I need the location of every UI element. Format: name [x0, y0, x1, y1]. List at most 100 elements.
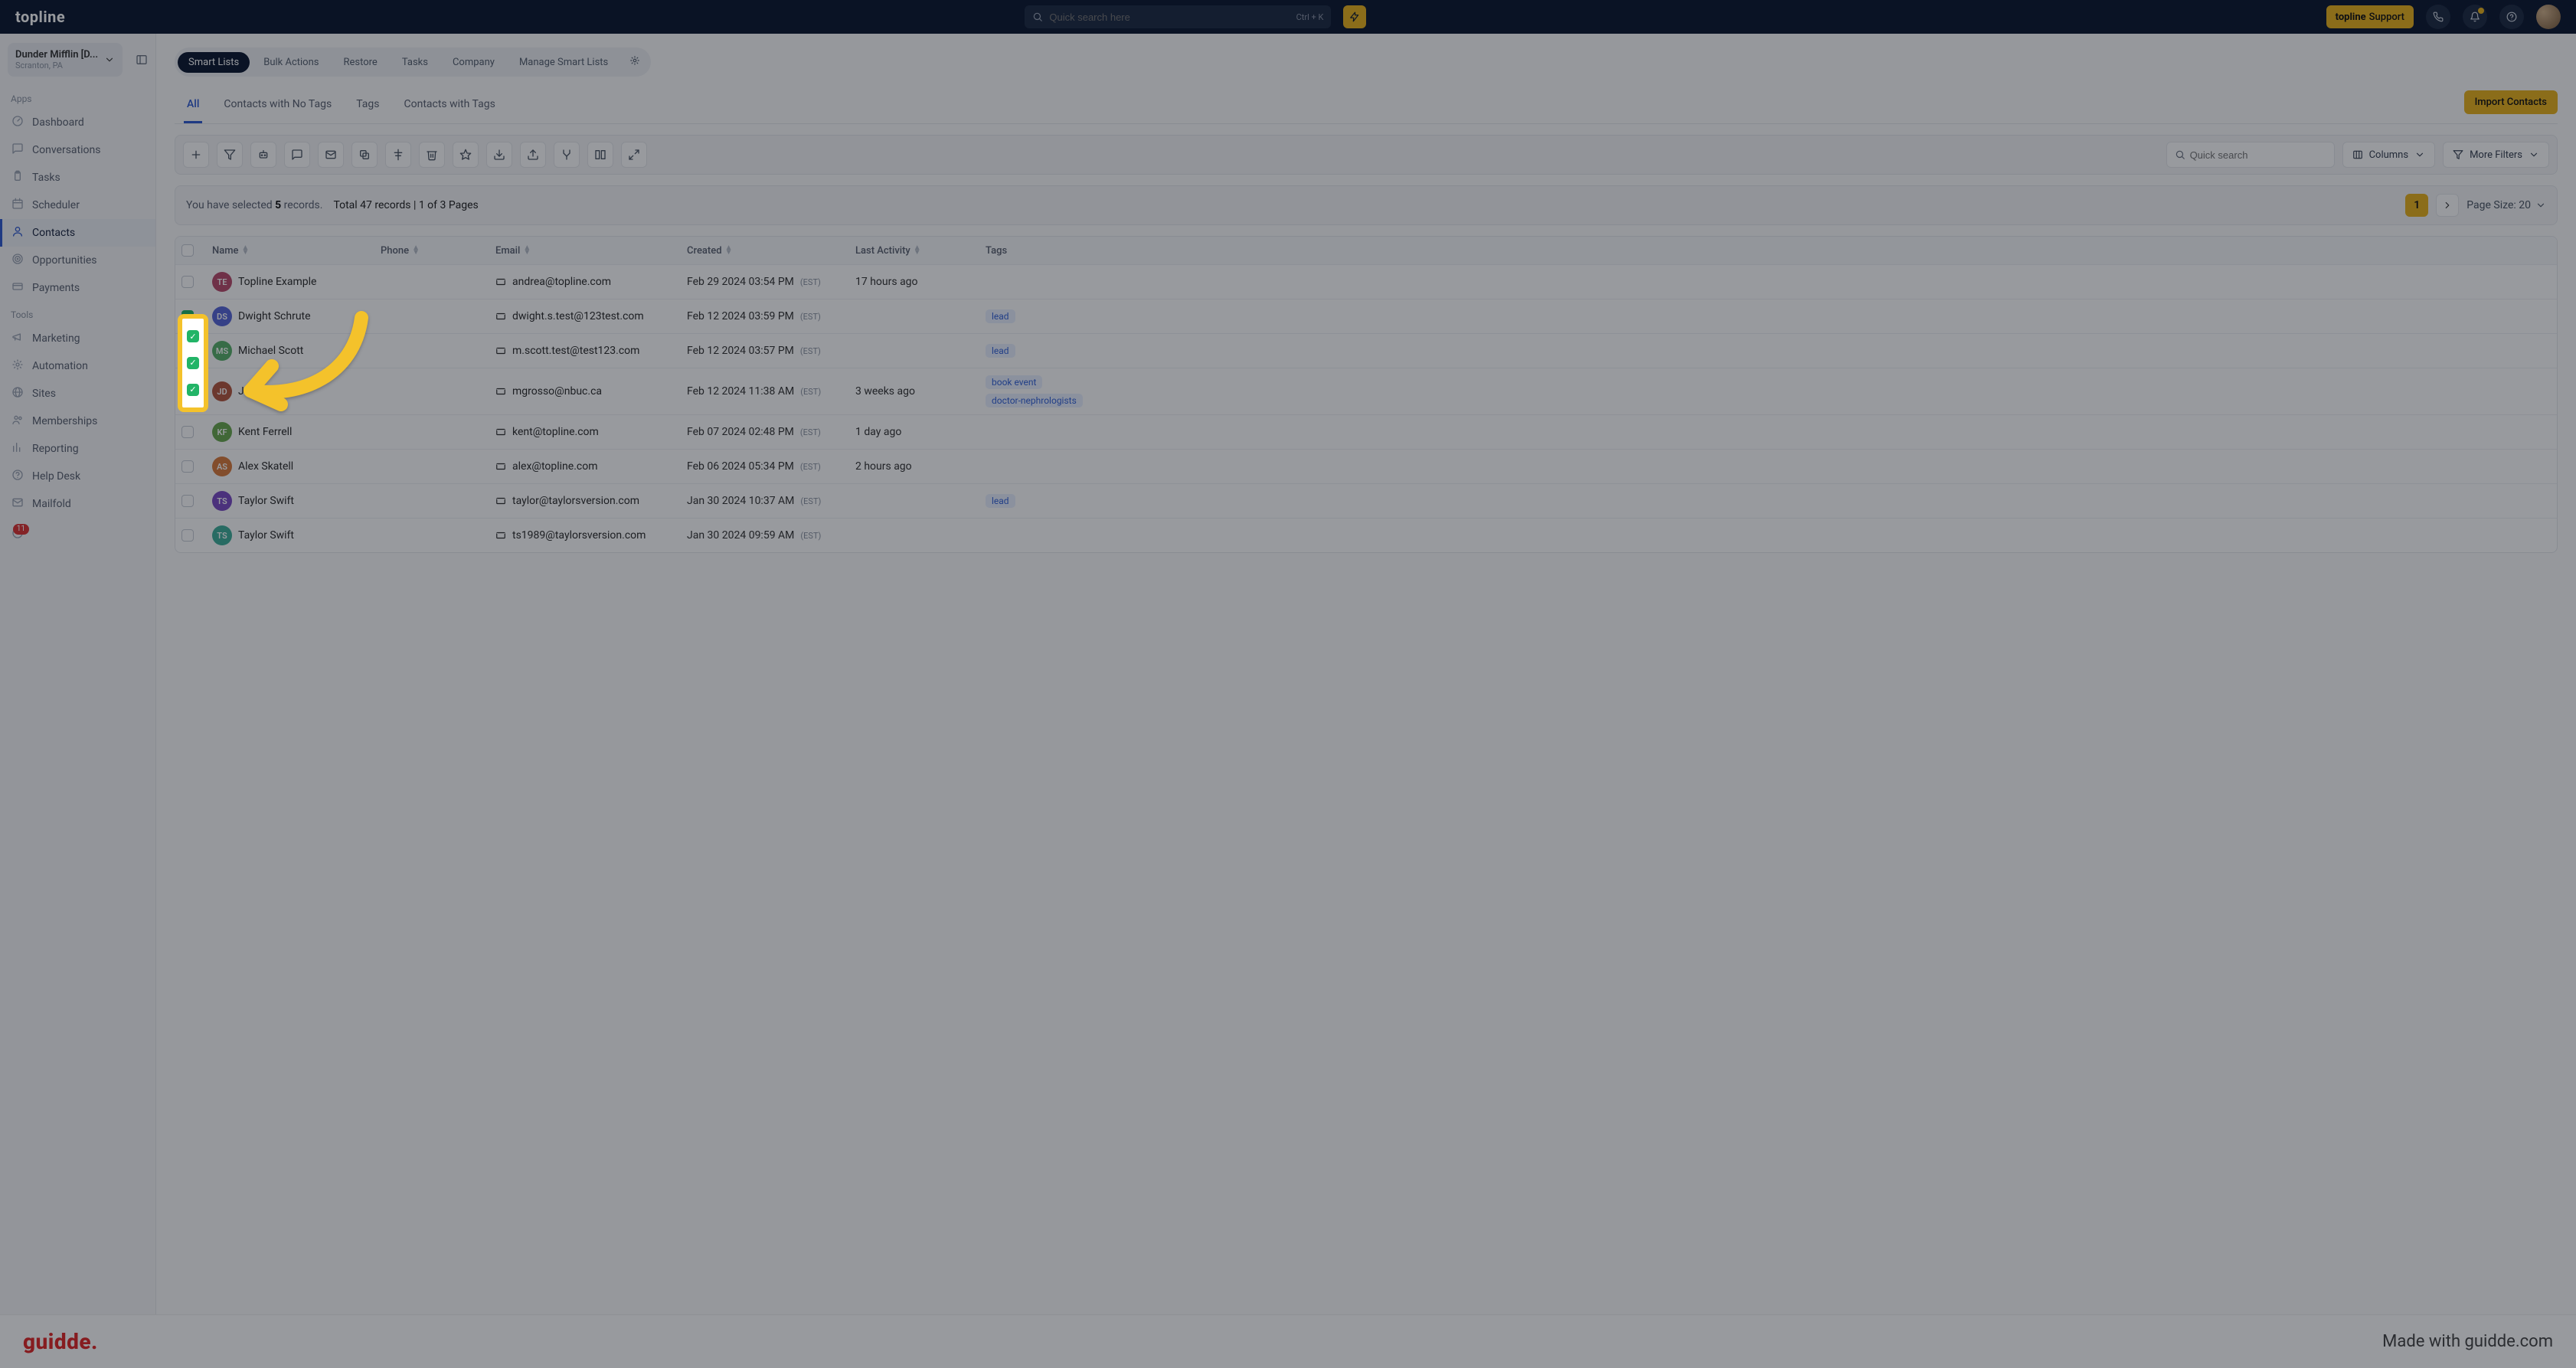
tab-settings[interactable]	[622, 51, 648, 74]
columns-tool-button[interactable]	[587, 142, 613, 168]
import-contacts-button[interactable]: Import Contacts	[2464, 90, 2558, 114]
sidebar-item-conversations[interactable]: Conversations	[0, 136, 155, 164]
calendar-icon	[11, 198, 25, 213]
panel-toggle-button[interactable]	[135, 51, 148, 69]
add-button[interactable]	[183, 142, 209, 168]
filter-button[interactable]	[217, 142, 243, 168]
bolt-button[interactable]	[1343, 5, 1366, 28]
row-checkbox[interactable]	[181, 495, 194, 507]
message-button[interactable]	[284, 142, 310, 168]
email-button[interactable]	[318, 142, 344, 168]
table-row[interactable]: TSTaylor Swifttaylor@taylorsversion.comJ…	[175, 483, 2557, 518]
tab-tasks[interactable]: Tasks	[391, 52, 439, 73]
col-phone[interactable]: Phone▲▼	[374, 237, 489, 264]
help-button[interactable]	[2499, 5, 2524, 29]
page-next-button[interactable]	[2436, 194, 2459, 217]
tag-chip[interactable]: lead	[986, 344, 1015, 358]
upload-button[interactable]	[520, 142, 546, 168]
trash-icon	[426, 149, 438, 161]
row-checkbox[interactable]	[181, 460, 194, 473]
quick-search-input[interactable]	[2190, 149, 2326, 161]
row-checkbox[interactable]	[181, 276, 194, 288]
contact-email: kent@topline.com	[512, 426, 599, 438]
tab-restore[interactable]: Restore	[332, 52, 387, 73]
user-avatar[interactable]	[2536, 5, 2561, 29]
col-activity[interactable]: Last Activity▲▼	[849, 237, 979, 264]
contact-phone	[374, 494, 489, 508]
tag-chip[interactable]: doctor-nephrologists	[986, 394, 1083, 407]
users-icon	[11, 414, 25, 429]
sidebar-item-automation[interactable]: Automation	[0, 352, 155, 380]
sidebar-item-reporting[interactable]: Reporting	[0, 435, 155, 463]
sidebar-item-sites[interactable]: Sites	[0, 380, 155, 407]
row-checkbox[interactable]	[181, 385, 194, 398]
made-with-text: Made with guidde.com	[2382, 1332, 2553, 1351]
support-button[interactable]: topline Support	[2326, 5, 2414, 28]
sidebar-item-tasks[interactable]: Tasks	[0, 164, 155, 191]
sidebar-item-marketing[interactable]: Marketing	[0, 325, 155, 352]
table-row[interactable]: KFKent Ferrellkent@topline.comFeb 07 202…	[175, 414, 2557, 449]
table-row[interactable]: JDJane Doemgrosso@nbuc.caFeb 12 2024 11:…	[175, 368, 2557, 414]
sidebar-item-opportunities[interactable]: Opportunities	[0, 247, 155, 274]
phone-button[interactable]	[2426, 5, 2450, 29]
sidebar-item-contacts[interactable]: Contacts	[0, 219, 155, 247]
sidebar-item-mailfold[interactable]: Mailfold	[0, 490, 155, 518]
more-filters-button[interactable]: More Filters	[2443, 142, 2549, 168]
sidebar-item-scheduler[interactable]: Scheduler	[0, 191, 155, 219]
col-name[interactable]: Name▲▼	[206, 237, 374, 264]
tag-chip[interactable]: lead	[986, 494, 1015, 508]
table-row[interactable]: ASAlex Skatellalex@topline.comFeb 06 202…	[175, 449, 2557, 483]
tab-company[interactable]: Company	[442, 52, 505, 73]
copy-button[interactable]	[351, 142, 378, 168]
row-checkbox[interactable]	[181, 529, 194, 542]
subtab-contacts-with-tags[interactable]: Contacts with Tags	[401, 87, 499, 123]
sidebar-tools-label: Tools	[0, 302, 155, 325]
subtab-contacts-with-no-tags[interactable]: Contacts with No Tags	[221, 87, 335, 123]
row-checkbox[interactable]	[181, 310, 194, 322]
subtab-tags[interactable]: Tags	[353, 87, 382, 123]
global-search-input[interactable]	[1049, 11, 1290, 23]
sidebar-item-dashboard[interactable]: Dashboard	[0, 109, 155, 136]
table-row[interactable]: MSMichael Scottm.scott.test@test123.comF…	[175, 333, 2557, 368]
table-row[interactable]: DSDwight Schrutedwight.s.test@123test.co…	[175, 299, 2557, 333]
table-row[interactable]: TSTaylor Swiftts1989@taylorsversion.comJ…	[175, 518, 2557, 552]
tag-chip[interactable]: book event	[986, 375, 1042, 389]
page-size-select[interactable]: Page Size: 20	[2466, 199, 2546, 211]
table-row[interactable]: TETopline Exampleandrea@topline.comFeb 2…	[175, 264, 2557, 299]
tag-chip[interactable]: lead	[986, 309, 1015, 323]
pill-tabs: Smart ListsBulk ActionsRestoreTasksCompa…	[175, 47, 651, 77]
download-button[interactable]	[486, 142, 512, 168]
sidebar-item-memberships[interactable]: Memberships	[0, 407, 155, 435]
top-bar: topline Ctrl + K topline Support	[0, 0, 2576, 34]
quick-search[interactable]	[2166, 142, 2335, 168]
sidebar-item-label: Opportunities	[32, 254, 97, 267]
expand-button[interactable]	[621, 142, 647, 168]
sidebar-extra-item[interactable]: 11	[0, 521, 155, 548]
delete-button[interactable]	[419, 142, 445, 168]
tab-manage-smart-lists[interactable]: Manage Smart Lists	[508, 52, 619, 73]
robot-button[interactable]	[250, 142, 276, 168]
contact-name: Jane Doe	[238, 385, 283, 398]
row-checkbox[interactable]	[181, 426, 194, 438]
subtab-all[interactable]: All	[184, 87, 202, 123]
layout-icon	[2352, 149, 2363, 160]
row-checkbox[interactable]	[181, 345, 194, 357]
sidebar-item-help-desk[interactable]: Help Desk	[0, 463, 155, 490]
merge-button[interactable]	[554, 142, 580, 168]
page-1-button[interactable]: 1	[2405, 194, 2428, 217]
workspace-switcher[interactable]: Dunder Mifflin [D... Scranton, PA	[8, 43, 123, 77]
sidebar-item-payments[interactable]: Payments	[0, 274, 155, 302]
columns-button[interactable]: Columns	[2342, 142, 2436, 168]
col-created[interactable]: Created▲▼	[681, 237, 849, 264]
tab-bulk-actions[interactable]: Bulk Actions	[253, 52, 329, 73]
tab-smart-lists[interactable]: Smart Lists	[178, 52, 250, 73]
tags-cell: lead	[979, 337, 1148, 365]
pipeline-button[interactable]	[385, 142, 411, 168]
select-all-checkbox[interactable]	[181, 244, 194, 257]
notifications-button[interactable]	[2463, 5, 2487, 29]
last-activity: 3 weeks ago	[849, 378, 979, 404]
message-icon	[291, 149, 303, 161]
global-search[interactable]: Ctrl + K	[1025, 5, 1331, 28]
col-email[interactable]: Email▲▼	[489, 237, 681, 264]
star-button[interactable]	[453, 142, 479, 168]
